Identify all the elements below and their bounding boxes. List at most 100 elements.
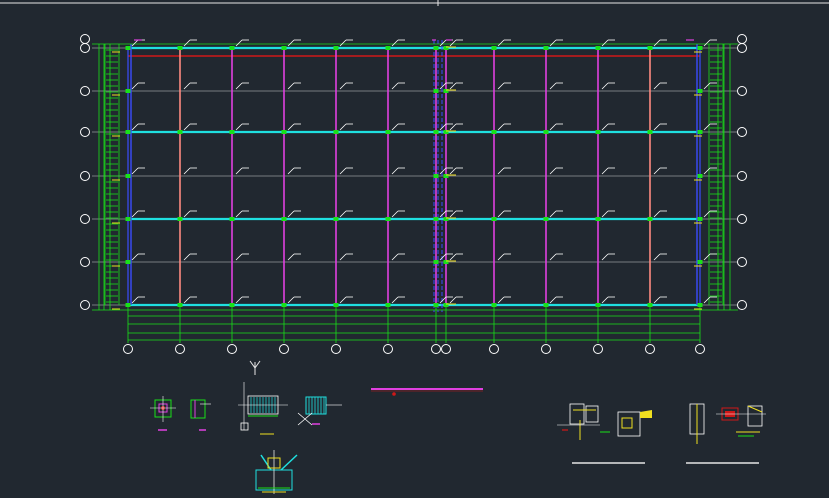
ridge-rafter	[280, 454, 298, 471]
purlin-leader	[183, 123, 191, 131]
axis-bubble-icon	[80, 171, 90, 181]
purlin-leader	[439, 167, 447, 175]
purlin-leader	[601, 296, 609, 304]
purlin-leader	[131, 167, 139, 175]
purlin-leader	[653, 167, 661, 175]
connection-node	[647, 303, 653, 307]
purlin-leader	[183, 82, 191, 90]
purlin-leader	[439, 253, 447, 261]
purlin-leader	[287, 296, 295, 304]
purlin-leader	[549, 39, 557, 47]
connection-node	[491, 303, 497, 307]
axis-bubble-icon	[80, 86, 90, 96]
connection-node	[281, 130, 287, 134]
purlin-leader	[449, 39, 457, 47]
axis-bubble-icon	[737, 171, 747, 181]
connection-node	[543, 130, 549, 134]
connection-node	[697, 89, 703, 93]
purlin-leader	[339, 296, 347, 304]
purlin-leader	[601, 82, 609, 90]
connection-node	[125, 89, 131, 93]
purlin-leader	[183, 210, 191, 218]
purlin-leader	[449, 123, 457, 131]
connection-node	[385, 130, 391, 134]
purlin-leader	[449, 167, 457, 175]
gutter-box	[585, 405, 599, 423]
connection-node	[491, 130, 497, 134]
purlin-leader	[131, 253, 139, 261]
connection-node	[177, 217, 183, 221]
purlin-leader	[653, 210, 661, 218]
section-mark-dot	[392, 392, 396, 396]
purlin-leader	[339, 253, 347, 261]
purlin-leader	[497, 39, 505, 47]
cad-drawing-canvas[interactable]	[0, 0, 829, 498]
ucs-icon	[249, 360, 261, 375]
axis-bubble-icon	[331, 344, 341, 354]
anchor-bolt-detail	[190, 399, 206, 419]
connection-node	[697, 260, 703, 264]
purlin-leader	[131, 82, 139, 90]
purlin-leader	[497, 82, 505, 90]
connection-node	[433, 260, 439, 264]
axis-bubble-icon	[123, 344, 133, 354]
purlin-leader	[183, 296, 191, 304]
purlin-leader	[287, 123, 295, 131]
purlin-leader	[235, 123, 243, 131]
purlin-leader	[391, 253, 399, 261]
purlin-leader	[601, 253, 609, 261]
roof-framing-plan[interactable]	[80, 34, 747, 354]
axis-bubble-icon	[175, 344, 185, 354]
purlin-leader	[449, 82, 457, 90]
purlin-leader	[497, 210, 505, 218]
purlin-leader	[391, 210, 399, 218]
connection-node	[697, 174, 703, 178]
eave-section	[617, 411, 641, 437]
purlin-leader	[339, 123, 347, 131]
connection-node	[229, 303, 235, 307]
axis-bubble-icon	[489, 344, 499, 354]
connection-node	[177, 46, 183, 50]
gutter-fill	[640, 410, 652, 418]
section-title-lines	[371, 388, 759, 464]
purlin-leader	[497, 296, 505, 304]
purlin-leader	[653, 82, 661, 90]
connection-node	[433, 174, 439, 178]
connection-node	[595, 303, 601, 307]
axis-bubble-icon	[80, 34, 90, 44]
axis-bubble-icon	[431, 344, 441, 354]
axis-bubble-icon	[279, 344, 289, 354]
purlin-leader	[449, 210, 457, 218]
purlin-leader	[131, 210, 139, 218]
purlin-leader	[183, 167, 191, 175]
purlin-leader	[287, 39, 295, 47]
connection-node	[125, 303, 131, 307]
purlin-leader	[391, 39, 399, 47]
connection-node	[647, 130, 653, 134]
purlin-leader	[235, 210, 243, 218]
purlin-leader	[391, 123, 399, 131]
connection-node	[177, 303, 183, 307]
connection-node	[385, 217, 391, 221]
purlin-leader	[287, 253, 295, 261]
axis-bubble-icon	[383, 344, 393, 354]
connection-node	[647, 217, 653, 221]
purlin-leader	[287, 82, 295, 90]
purlin-leader	[449, 253, 457, 261]
connection-node	[433, 130, 439, 134]
connection-node	[125, 130, 131, 134]
purlin-leader	[439, 123, 447, 131]
purlin-leader	[131, 296, 139, 304]
axis-bubble-icon	[441, 344, 451, 354]
axis-bubble-icon	[737, 214, 747, 224]
purlin-leader	[235, 82, 243, 90]
connection-node	[697, 46, 703, 50]
purlin-leader	[653, 296, 661, 304]
connection-node	[385, 46, 391, 50]
purlin-leader	[549, 210, 557, 218]
purlin-leader	[339, 210, 347, 218]
axis-bubble-icon	[593, 344, 603, 354]
connection-node	[595, 217, 601, 221]
purlin-leader	[235, 296, 243, 304]
connection-node	[595, 130, 601, 134]
